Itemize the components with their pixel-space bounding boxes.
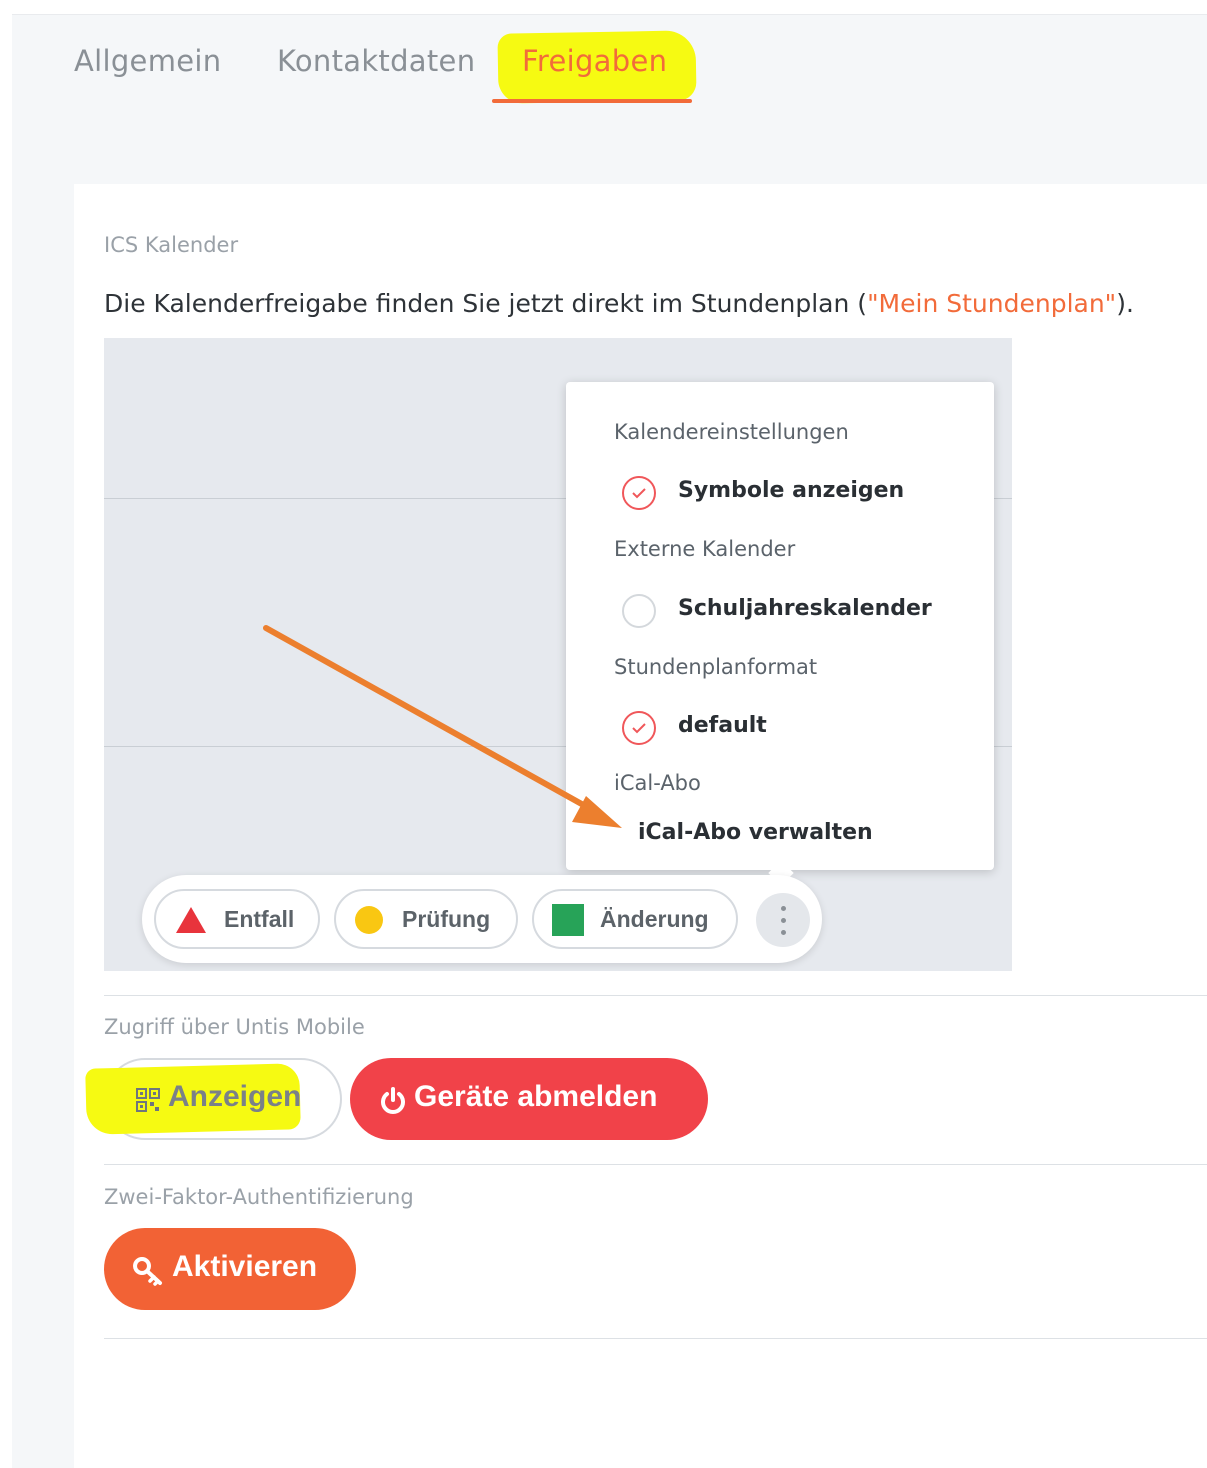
tab-allgemein[interactable]: Allgemein: [74, 44, 221, 78]
ics-description-end: ).: [1116, 289, 1134, 318]
power-icon: [381, 1087, 405, 1114]
active-tab-indicator: [492, 99, 692, 103]
page: Allgemein Kontaktdaten Freigaben ICS Kal…: [0, 0, 1207, 1468]
key-icon: [133, 1257, 162, 1286]
section-divider: [104, 995, 1207, 996]
section-divider: [104, 1164, 1207, 1165]
section-divider: [104, 1338, 1207, 1339]
logout-devices-label: Geräte abmelden: [414, 1080, 658, 1113]
my-timetable-link[interactable]: "Mein Stundenplan": [867, 289, 1116, 318]
tab-kontaktdaten[interactable]: Kontaktdaten: [277, 44, 475, 78]
left-margin: [0, 0, 12, 1468]
ics-description: Die Kalenderfreigabe finden Sie jetzt di…: [104, 289, 1134, 318]
activate-2fa-label: Aktivieren: [172, 1250, 318, 1283]
tab-freigaben[interactable]: Freigaben: [522, 44, 667, 78]
show-qr-label: Anzeigen: [168, 1080, 302, 1113]
qr-code-icon: [136, 1088, 160, 1112]
ics-section-label: ICS Kalender: [104, 233, 239, 257]
ics-description-text: Die Kalenderfreigabe finden Sie jetzt di…: [104, 289, 868, 318]
mobile-section-label: Zugriff über Untis Mobile: [104, 1015, 365, 1039]
timetable-preview-image: Kalendereinstellungen Symbole anzeigen E…: [104, 338, 1012, 971]
orange-annotation-arrow: [263, 625, 622, 828]
two-factor-section-label: Zwei-Faktor-Authentifizierung: [104, 1185, 414, 1209]
